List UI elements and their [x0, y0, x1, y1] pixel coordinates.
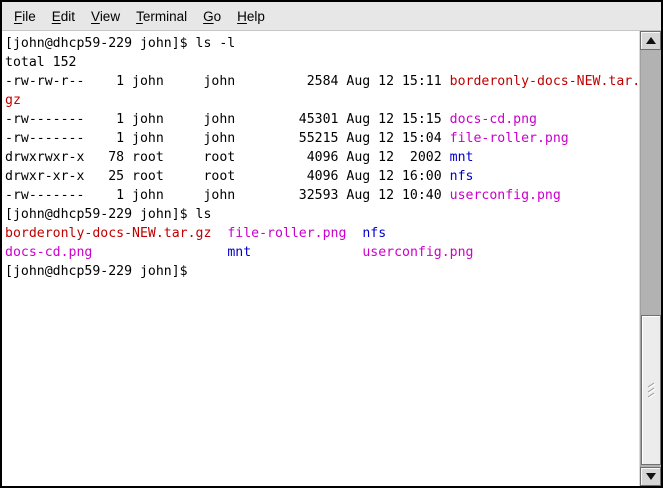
terminal-line: -rw------- 1 john john 32593 Aug 12 10:4…	[5, 186, 639, 205]
terminal-line: -rw------- 1 john john 55215 Aug 12 15:0…	[5, 129, 639, 148]
terminal-line: drwxr-xr-x 25 root root 4096 Aug 12 16:0…	[5, 167, 639, 186]
main-area: [john@dhcp59-229 john]$ ls -ltotal 152-r…	[2, 31, 661, 486]
menu-item-go[interactable]: Go	[195, 6, 229, 27]
arrow-up-icon	[646, 37, 656, 44]
terminal-line: gz	[5, 91, 639, 110]
scrollbar-thumb[interactable]	[641, 315, 661, 465]
thumb-grip-icon	[644, 382, 658, 398]
terminal-line: total 152	[5, 53, 639, 72]
menu-item-view[interactable]: View	[83, 6, 128, 27]
terminal-line: [john@dhcp59-229 john]$	[5, 262, 639, 281]
terminal-line: [john@dhcp59-229 john]$ ls	[5, 205, 639, 224]
menu-item-help[interactable]: Help	[229, 6, 273, 27]
scrollbar[interactable]	[639, 31, 661, 486]
terminal-line: borderonly-docs-NEW.tar.gz file-roller.p…	[5, 224, 639, 243]
scroll-down-button[interactable]	[640, 467, 661, 486]
terminal-window: FileEditViewTerminalGoHelp [john@dhcp59-…	[0, 0, 663, 488]
terminal-line: [john@dhcp59-229 john]$ ls -l	[5, 34, 639, 53]
terminal-output[interactable]: [john@dhcp59-229 john]$ ls -ltotal 152-r…	[2, 31, 639, 486]
menu-bar: FileEditViewTerminalGoHelp	[2, 2, 661, 31]
menu-item-file[interactable]: File	[6, 6, 44, 27]
terminal-line: -rw-rw-r-- 1 john john 2584 Aug 12 15:11…	[5, 72, 639, 91]
menu-item-terminal[interactable]: Terminal	[128, 6, 195, 27]
terminal-line: -rw------- 1 john john 45301 Aug 12 15:1…	[5, 110, 639, 129]
terminal-line: docs-cd.png mnt userconfig.png	[5, 243, 639, 262]
terminal-line: drwxrwxr-x 78 root root 4096 Aug 12 2002…	[5, 148, 639, 167]
arrow-down-icon	[646, 473, 656, 480]
scrollbar-trough[interactable]	[640, 50, 661, 467]
menu-item-edit[interactable]: Edit	[44, 6, 83, 27]
scroll-up-button[interactable]	[640, 31, 661, 50]
